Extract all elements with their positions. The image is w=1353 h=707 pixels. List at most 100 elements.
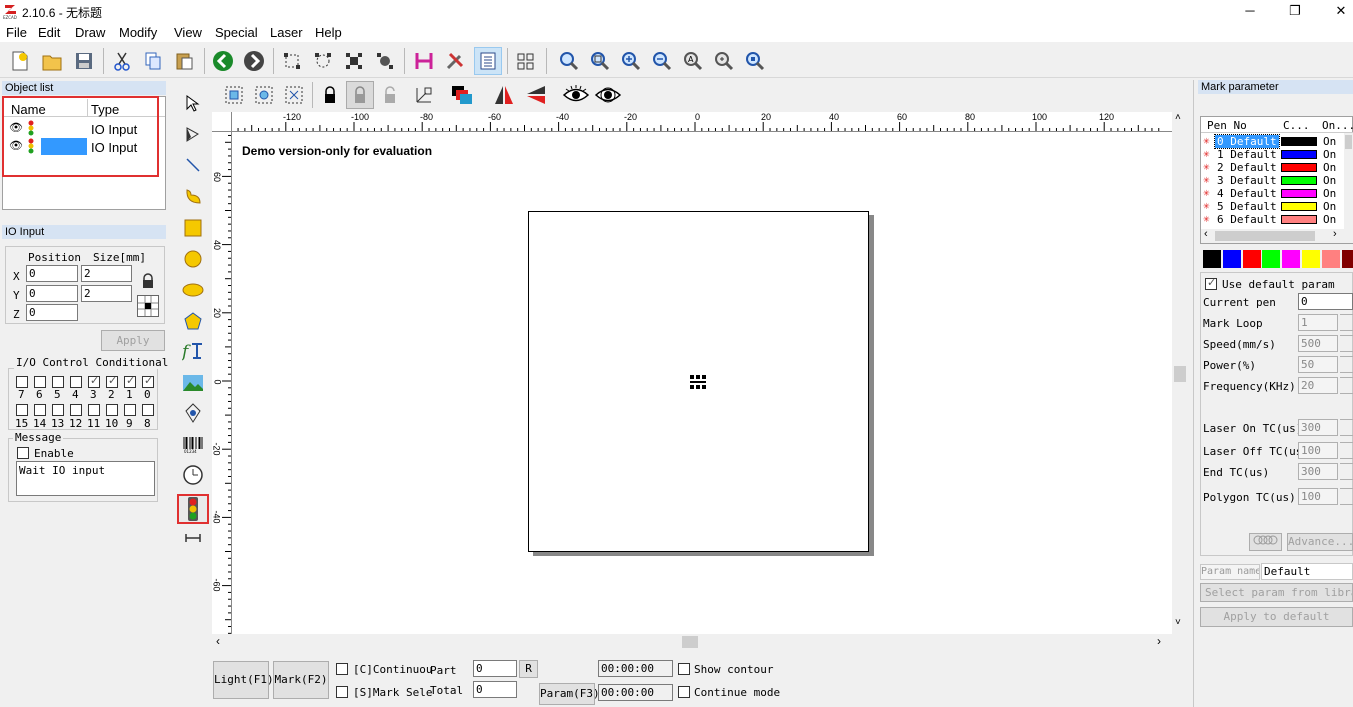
- enable-message-checkbox[interactable]: [17, 447, 29, 459]
- forward-arrow-icon[interactable]: [240, 47, 268, 75]
- io-bit-11-checkbox[interactable]: [88, 404, 100, 416]
- menu-laser[interactable]: Laser: [270, 25, 303, 40]
- advance-button[interactable]: Advance...: [1287, 533, 1353, 551]
- text-icon[interactable]: f: [180, 338, 206, 364]
- preview-eye-icon[interactable]: [562, 81, 590, 109]
- select-circle-nodes-icon[interactable]: [309, 47, 337, 75]
- io-bit-2-checkbox[interactable]: [106, 374, 118, 388]
- part-count-input[interactable]: 0: [473, 660, 517, 677]
- vector-file-icon[interactable]: [180, 400, 206, 426]
- menu-draw[interactable]: Draw: [75, 25, 105, 40]
- scroll-right-icon[interactable]: ›: [1333, 228, 1337, 240]
- param-button[interactable]: Param(F3): [539, 683, 600, 705]
- menu-view[interactable]: View: [174, 25, 202, 40]
- tools-icon[interactable]: [441, 47, 469, 75]
- zoom-all-icon[interactable]: A: [679, 47, 707, 75]
- maximize-button[interactable]: ❐: [1272, 0, 1318, 22]
- io-output-icon[interactable]: [180, 525, 206, 551]
- zoom-icon[interactable]: [555, 47, 583, 75]
- select-param-library-button[interactable]: Select param from library: [1200, 583, 1353, 602]
- apply-to-default-button[interactable]: Apply to default: [1200, 607, 1353, 627]
- select-center-icon[interactable]: [371, 47, 399, 75]
- horizontal-scroll-thumb[interactable]: [682, 636, 698, 648]
- menu-modify[interactable]: Modify: [119, 25, 157, 40]
- mark-loop-input[interactable]: 1: [1298, 314, 1338, 331]
- frequency-spinner[interactable]: [1340, 377, 1353, 394]
- color-swatch[interactable]: [1222, 250, 1241, 268]
- io-bit-5-checkbox[interactable]: [52, 376, 64, 388]
- column-pen-no[interactable]: Pen No: [1207, 119, 1247, 132]
- io-object[interactable]: [689, 374, 707, 390]
- color-swatch[interactable]: [1341, 250, 1353, 268]
- zoom-in-icon[interactable]: [617, 47, 645, 75]
- scroll-down-icon[interactable]: ˅: [1175, 617, 1181, 628]
- polygon-tc-spinner[interactable]: [1340, 488, 1353, 505]
- speed-input[interactable]: 500: [1298, 335, 1338, 352]
- pen-row[interactable]: ✳ 3 Default On: [1201, 173, 1344, 187]
- io-bit-3-checkbox[interactable]: [88, 374, 100, 388]
- io-bit-0-checkbox[interactable]: [142, 374, 154, 388]
- position-y-input[interactable]: 0: [26, 285, 78, 302]
- io-bit-13-checkbox[interactable]: [52, 404, 64, 416]
- continuous-checkbox[interactable]: [336, 663, 348, 675]
- scroll-left-icon[interactable]: ‹: [216, 634, 220, 648]
- reset-count-button[interactable]: R: [519, 660, 538, 678]
- position-z-input[interactable]: 0: [26, 304, 78, 321]
- end-tc-input[interactable]: 300: [1298, 463, 1338, 480]
- ellipse-icon[interactable]: [180, 277, 206, 303]
- pen-list-hscrollbar[interactable]: ‹ ›: [1201, 228, 1344, 243]
- menu-file[interactable]: File: [6, 25, 27, 40]
- save-icon[interactable]: [70, 47, 98, 75]
- select-group-icon[interactable]: [340, 47, 368, 75]
- mark-selected-checkbox[interactable]: [336, 686, 348, 698]
- circle-icon[interactable]: [180, 246, 206, 272]
- pen-row[interactable]: ✳ 5 Default On: [1201, 199, 1344, 213]
- anchor-grid-icon[interactable]: [137, 295, 159, 317]
- pen-row[interactable]: ✳ 1 Default On: [1201, 147, 1344, 161]
- laser-off-tc-input[interactable]: 100: [1298, 442, 1338, 459]
- rectangle-icon[interactable]: [180, 215, 206, 241]
- lock-icon[interactable]: [316, 81, 344, 109]
- pen-list-scroll-thumb[interactable]: [1215, 231, 1315, 241]
- mark-loop-spinner[interactable]: [1340, 314, 1353, 331]
- align-center-icon[interactable]: [250, 81, 278, 109]
- align-left-icon[interactable]: [220, 81, 248, 109]
- scroll-left-icon[interactable]: ‹: [1204, 228, 1208, 240]
- vertical-scroll-thumb[interactable]: [1174, 366, 1186, 382]
- pen-list-vscroll-thumb[interactable]: [1345, 135, 1352, 149]
- new-file-icon[interactable]: [6, 47, 34, 75]
- timer-icon[interactable]: [180, 462, 206, 488]
- io-input-icon[interactable]: [177, 494, 209, 524]
- laser-on-tc-input[interactable]: 300: [1298, 419, 1338, 436]
- copy-icon[interactable]: [139, 47, 167, 75]
- back-arrow-icon[interactable]: [209, 47, 237, 75]
- io-bit-4-checkbox[interactable]: [70, 376, 82, 388]
- open-folder-icon[interactable]: [38, 47, 66, 75]
- align-right-icon[interactable]: [280, 81, 308, 109]
- speed-spinner[interactable]: [1340, 335, 1353, 352]
- scroll-up-icon[interactable]: ˄: [1175, 112, 1181, 123]
- color-layers-icon[interactable]: [448, 81, 476, 109]
- zoom-window-icon[interactable]: [586, 47, 614, 75]
- io-bit-1-checkbox[interactable]: [124, 374, 136, 388]
- barcode-icon[interactable]: 01234: [180, 432, 206, 458]
- io-bit-6-checkbox[interactable]: [34, 376, 46, 388]
- coordinate-origin-icon[interactable]: [410, 81, 438, 109]
- continue-mode-checkbox[interactable]: [678, 686, 690, 698]
- preview-eye-all-icon[interactable]: [594, 81, 622, 109]
- size-x-input[interactable]: 2: [81, 265, 132, 282]
- column-color[interactable]: C...: [1283, 119, 1310, 132]
- close-button[interactable]: ✕: [1318, 0, 1353, 22]
- io-bit-7-checkbox[interactable]: [16, 376, 28, 388]
- io-bit-15-checkbox[interactable]: [16, 404, 28, 416]
- wobble-button[interactable]: [1249, 533, 1282, 551]
- size-y-input[interactable]: 2: [81, 285, 132, 302]
- total-count-input[interactable]: 0: [473, 681, 517, 698]
- list-view-icon[interactable]: [474, 47, 502, 75]
- end-tc-spinner[interactable]: [1340, 463, 1353, 480]
- pen-list-vscrollbar[interactable]: [1344, 133, 1353, 243]
- column-on[interactable]: On...: [1322, 119, 1353, 132]
- apply-button[interactable]: Apply: [101, 330, 165, 351]
- zoom-selection-icon[interactable]: [741, 47, 769, 75]
- color-swatch[interactable]: [1262, 250, 1281, 268]
